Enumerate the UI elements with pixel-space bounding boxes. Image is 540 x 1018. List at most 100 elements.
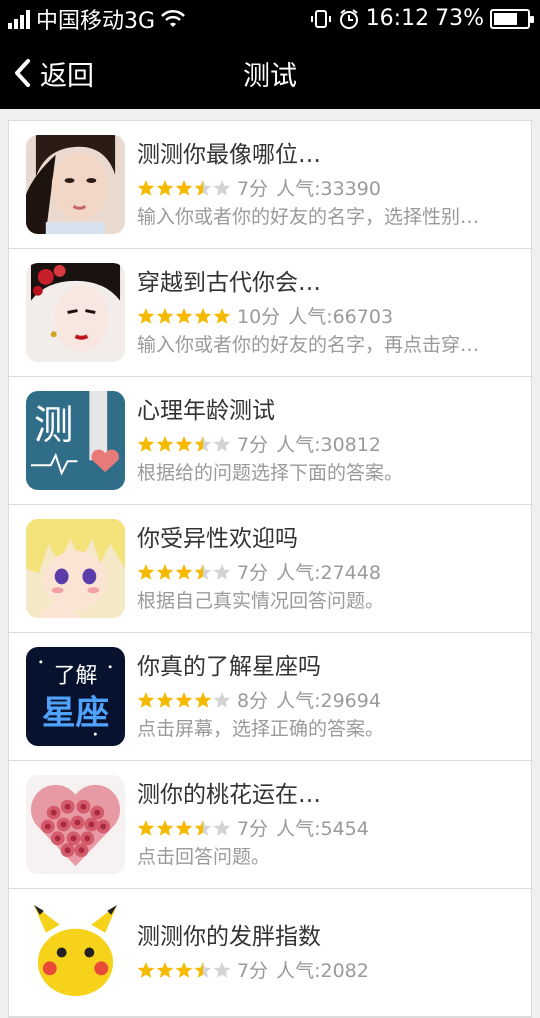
- chevron-left-icon: [15, 59, 30, 87]
- star-icon: [175, 563, 193, 580]
- item-title: 心理年龄测试: [137, 397, 275, 424]
- star-icon: [156, 819, 174, 836]
- item-score: 7分: [237, 818, 269, 840]
- battery-percent: 73%: [435, 6, 484, 31]
- item-popularity: 人气:2082: [276, 960, 369, 982]
- svg-text:星座: 星座: [42, 693, 109, 732]
- test-list: 测测你最像哪位… 7分 人气:33390 输入你或者你的好友的名字，选择性别… …: [8, 120, 532, 1018]
- item-title: 测测你最像哪位…: [137, 141, 321, 168]
- star-icon: [213, 819, 231, 836]
- star-icon: [213, 307, 231, 324]
- item-score: 7分: [237, 960, 269, 982]
- star-icon: [194, 179, 212, 196]
- alarm-icon: [339, 8, 358, 29]
- item-popularity: 人气:29694: [276, 690, 381, 712]
- star-icon: [137, 307, 155, 324]
- item-description: 点击回答问题。: [137, 845, 271, 868]
- list-item[interactable]: 测测你最像哪位… 7分 人气:33390 输入你或者你的好友的名字，选择性别…: [9, 121, 531, 249]
- list-item[interactable]: 穿越到古代你会… 10分 人气:66703 输入你或者你的好友的名字，再点击穿…: [9, 249, 531, 377]
- star-icon: [137, 961, 155, 978]
- rating-stars: [137, 563, 231, 581]
- item-score: 7分: [237, 178, 269, 200]
- rating-stars: [137, 961, 231, 979]
- rating-stars: [137, 435, 231, 453]
- star-icon: [194, 691, 212, 708]
- star-icon: [156, 563, 174, 580]
- rating-stars: [137, 179, 231, 197]
- rating-stars: [137, 307, 231, 325]
- star-icon: [156, 961, 174, 978]
- item-description: 输入你或者你的好友的名字，选择性别…: [137, 205, 480, 228]
- item-description: 输入你或者你的好友的名字，再点击穿…: [137, 333, 480, 356]
- anime-boy-thumbnail: [26, 519, 125, 618]
- star-icon: [175, 307, 193, 324]
- star-icon: [213, 691, 231, 708]
- rating-stars: [137, 691, 231, 709]
- item-score: 7分: [237, 434, 269, 456]
- star-icon: [137, 563, 155, 580]
- item-popularity: 人气:30812: [276, 434, 381, 456]
- star-icon: [156, 307, 174, 324]
- star-icon: [156, 691, 174, 708]
- back-label: 返回: [40, 60, 94, 92]
- item-score: 7分: [237, 562, 269, 584]
- list-item[interactable]: 测测你的发胖指数 7分 人气:2082: [9, 889, 531, 1017]
- star-icon: [213, 961, 231, 978]
- rating-stars: [137, 819, 231, 837]
- star-icon: [194, 819, 212, 836]
- star-icon: [175, 961, 193, 978]
- star-icon: [175, 819, 193, 836]
- time-label: 16:12: [365, 6, 430, 31]
- star-icon: [137, 691, 155, 708]
- item-title: 测你的桃花运在…: [137, 781, 321, 808]
- star-icon: [194, 961, 212, 978]
- portrait-ancient-woman-thumbnail: [26, 263, 125, 362]
- item-title: 你真的了解星座吗: [137, 653, 321, 680]
- pikachu-thumbnail: [26, 903, 125, 1002]
- star-icon: [137, 179, 155, 196]
- star-icon: [213, 179, 231, 196]
- item-description: 点击屏幕，选择正确的答案。: [137, 717, 385, 740]
- item-popularity: 人气:27448: [276, 562, 381, 584]
- carrier-label: 中国移动3G: [36, 8, 156, 34]
- item-popularity: 人气:66703: [288, 306, 394, 328]
- item-description: 根据自己真实情况回答问题。: [137, 589, 385, 612]
- star-icon: [194, 435, 212, 452]
- star-icon: [175, 179, 193, 196]
- phone-vibrate-icon: [310, 9, 331, 28]
- item-popularity: 人气:33390: [276, 178, 381, 200]
- item-title: 穿越到古代你会…: [137, 269, 321, 296]
- nav-bar: 返回 测试: [0, 37, 540, 109]
- item-popularity: 人气:5454: [276, 818, 369, 840]
- star-icon: [137, 435, 155, 452]
- star-icon: [175, 691, 193, 708]
- item-description: 根据给的问题选择下面的答案。: [137, 461, 404, 484]
- wifi-icon: [161, 9, 185, 27]
- test-heart-icon-thumbnail: 测: [26, 391, 125, 490]
- list-item[interactable]: 测你的桃花运在… 7分 人气:5454 点击回答问题。: [9, 761, 531, 889]
- list-item[interactable]: 了解星座 你真的了解星座吗 8分 人气:29694 点击屏幕，选择正确的答案。: [9, 633, 531, 761]
- item-title: 你受异性欢迎吗: [137, 525, 298, 552]
- item-score: 10分: [237, 306, 281, 328]
- star-icon: [175, 435, 193, 452]
- constellation-icon-thumbnail: 了解 星座: [26, 647, 125, 746]
- star-icon: [156, 179, 174, 196]
- list-item[interactable]: 测 心理年龄测试 7分 人气:30812 根据给的问题选择下面的答案。: [9, 377, 531, 505]
- back-button[interactable]: 返回: [12, 37, 94, 109]
- rose-heart-thumbnail: [26, 775, 125, 874]
- star-icon: [213, 563, 231, 580]
- status-bar: 中国移动3G 16:12 73%: [0, 0, 540, 37]
- item-score: 8分: [237, 690, 269, 712]
- star-icon: [194, 563, 212, 580]
- list-item[interactable]: 你受异性欢迎吗 7分 人气:27448 根据自己真实情况回答问题。: [9, 505, 531, 633]
- item-title: 测测你的发胖指数: [137, 923, 321, 950]
- signal-icon: [8, 9, 30, 29]
- star-icon: [156, 435, 174, 452]
- svg-text:测: 测: [34, 403, 74, 449]
- portrait-woman-1-thumbnail: [26, 135, 125, 234]
- star-icon: [213, 435, 231, 452]
- svg-text:了解: 了解: [54, 664, 98, 689]
- star-icon: [137, 819, 155, 836]
- star-icon: [194, 307, 212, 324]
- battery-icon: [490, 8, 534, 29]
